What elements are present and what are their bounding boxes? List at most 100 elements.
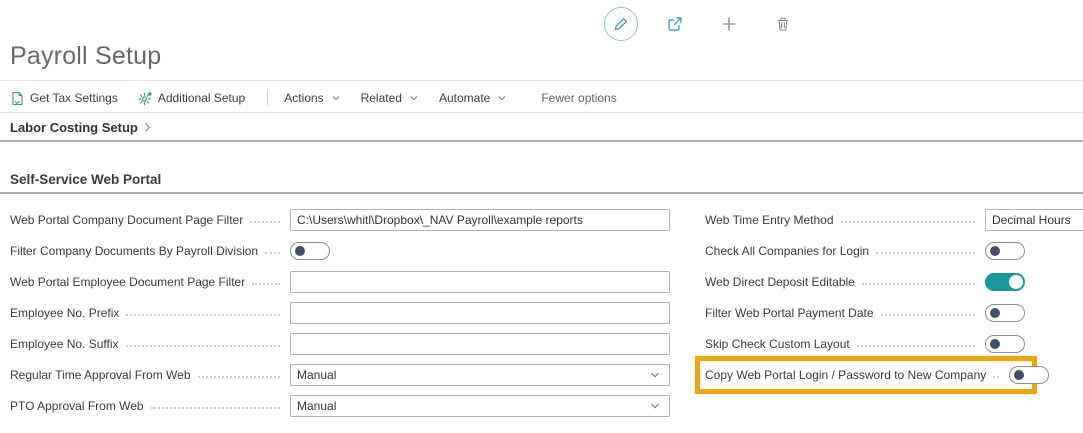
dotted-leader [126, 314, 280, 316]
self-service-web-portal-form: Web Portal Company Document Page Filter … [10, 204, 1083, 421]
field-label: Employee No. Suffix [10, 337, 119, 351]
web-portal-company-document-page-filter-input[interactable] [290, 209, 670, 231]
pencil-icon [613, 16, 629, 32]
dotted-leader [857, 345, 975, 347]
field-label: Web Portal Company Document Page Filter [10, 213, 243, 227]
share-icon [666, 15, 684, 33]
field-row: Employee No. Prefix [10, 297, 670, 328]
automate-label: Automate [439, 91, 490, 105]
field-label: Copy Web Portal Login / Password to New … [705, 368, 986, 382]
field-row: Web Portal Employee Document Page Filter [10, 266, 670, 297]
field-row: Regular Time Approval From Web Manual [10, 359, 670, 390]
field-label: Employee No. Prefix [10, 306, 119, 320]
dotted-leader [252, 283, 280, 285]
new-button[interactable] [712, 7, 746, 41]
dotted-leader [151, 407, 280, 409]
action-bar: Get Tax Settings Additional Setup Action… [10, 84, 637, 112]
copy-web-portal-login-toggle[interactable] [1009, 366, 1049, 384]
additional-setup-button[interactable]: Additional Setup [138, 91, 245, 106]
employee-no-suffix-input[interactable] [290, 333, 670, 355]
dotted-leader [841, 221, 976, 223]
divider-under-section [0, 192, 1083, 194]
chevron-down-icon [649, 400, 661, 412]
filter-web-portal-payment-date-toggle[interactable] [985, 304, 1025, 322]
dotted-leader [993, 376, 999, 378]
trash-icon [775, 16, 791, 32]
employee-no-prefix-input[interactable] [290, 302, 670, 324]
section-title: Self-Service Web Portal [10, 172, 161, 187]
dotted-leader [862, 283, 975, 285]
dotted-leader [265, 252, 280, 254]
related-menu[interactable]: Related [361, 91, 419, 105]
field-row: Skip Check Custom Layout [705, 328, 1083, 359]
check-all-companies-toggle[interactable] [985, 242, 1025, 260]
highlight-annotation-box: Copy Web Portal Login / Password to New … [695, 356, 1037, 394]
field-label: Skip Check Custom Layout [705, 337, 850, 351]
form-left-column: Web Portal Company Document Page Filter … [10, 204, 670, 421]
regular-time-approval-select[interactable]: Manual [290, 364, 670, 386]
skip-check-custom-layout-toggle[interactable] [985, 335, 1025, 353]
dotted-leader [126, 345, 281, 347]
labor-costing-setup-label: Labor Costing Setup [10, 120, 138, 135]
form-right-column: Web Time Entry Method Check All Companie… [705, 204, 1083, 421]
action-bar-separator [267, 90, 268, 106]
field-row: PTO Approval From Web Manual [10, 390, 670, 421]
field-row: Web Direct Deposit Editable [705, 266, 1083, 297]
fewer-options-label: Fewer options [541, 91, 616, 105]
chevron-down-icon [497, 93, 507, 103]
top-toolbar [604, 7, 800, 41]
field-row: Web Time Entry Method [705, 204, 1083, 235]
field-row: Filter Company Documents By Payroll Divi… [10, 235, 670, 266]
divider-under-title [0, 80, 1083, 81]
web-portal-employee-document-page-filter-input[interactable] [290, 271, 670, 293]
chevron-down-icon [331, 93, 341, 103]
selected-value: Manual [297, 399, 336, 413]
toggle-knob [1014, 370, 1024, 380]
field-label: PTO Approval From Web [10, 399, 144, 413]
share-button[interactable] [658, 7, 692, 41]
field-label: Filter Web Portal Payment Date [705, 306, 874, 320]
payroll-setup-page: Payroll Setup Get Tax Settings Additiona… [0, 0, 1083, 433]
additional-setup-label: Additional Setup [158, 91, 245, 105]
toggle-knob [990, 246, 1000, 256]
chevron-down-icon [649, 369, 661, 381]
dotted-leader [198, 376, 280, 378]
field-label: Regular Time Approval From Web [10, 368, 191, 382]
plus-icon [721, 16, 737, 32]
field-label: Web Direct Deposit Editable [705, 275, 855, 289]
field-row: Check All Companies for Login [705, 235, 1083, 266]
divider-group [0, 140, 1083, 142]
toggle-knob [1009, 275, 1023, 289]
toggle-knob [295, 246, 305, 256]
dotted-leader [876, 252, 975, 254]
fewer-options-button[interactable]: Fewer options [541, 91, 616, 105]
chevron-down-icon [409, 93, 419, 103]
field-label: Web Time Entry Method [705, 213, 834, 227]
field-label: Check All Companies for Login [705, 244, 869, 258]
actions-menu[interactable]: Actions [284, 91, 340, 105]
field-label: Web Portal Employee Document Page Filter [10, 275, 245, 289]
gear-icon [138, 91, 153, 106]
divider-under-actionbar [0, 112, 1083, 113]
filter-company-documents-toggle[interactable] [290, 242, 330, 260]
field-row: Web Portal Company Document Page Filter [10, 204, 670, 235]
automate-menu[interactable]: Automate [439, 91, 507, 105]
delete-button[interactable] [766, 7, 800, 41]
selected-value: Manual [297, 368, 336, 382]
actions-label: Actions [284, 91, 323, 105]
get-tax-settings-button[interactable]: Get Tax Settings [10, 91, 118, 106]
document-arrow-icon [10, 91, 25, 106]
edit-button[interactable] [604, 7, 638, 41]
web-direct-deposit-editable-toggle[interactable] [985, 273, 1025, 291]
pto-approval-select[interactable]: Manual [290, 395, 670, 417]
get-tax-settings-label: Get Tax Settings [30, 91, 118, 105]
web-time-entry-method-input[interactable] [985, 209, 1083, 231]
toggle-knob [990, 308, 1000, 318]
field-row: Filter Web Portal Payment Date [705, 297, 1083, 328]
page-title: Payroll Setup [10, 42, 161, 71]
dotted-leader [881, 314, 975, 316]
toggle-knob [990, 339, 1000, 349]
field-label: Filter Company Documents By Payroll Divi… [10, 244, 258, 258]
dotted-leader [250, 221, 280, 223]
labor-costing-setup-link[interactable]: Labor Costing Setup [10, 116, 153, 138]
